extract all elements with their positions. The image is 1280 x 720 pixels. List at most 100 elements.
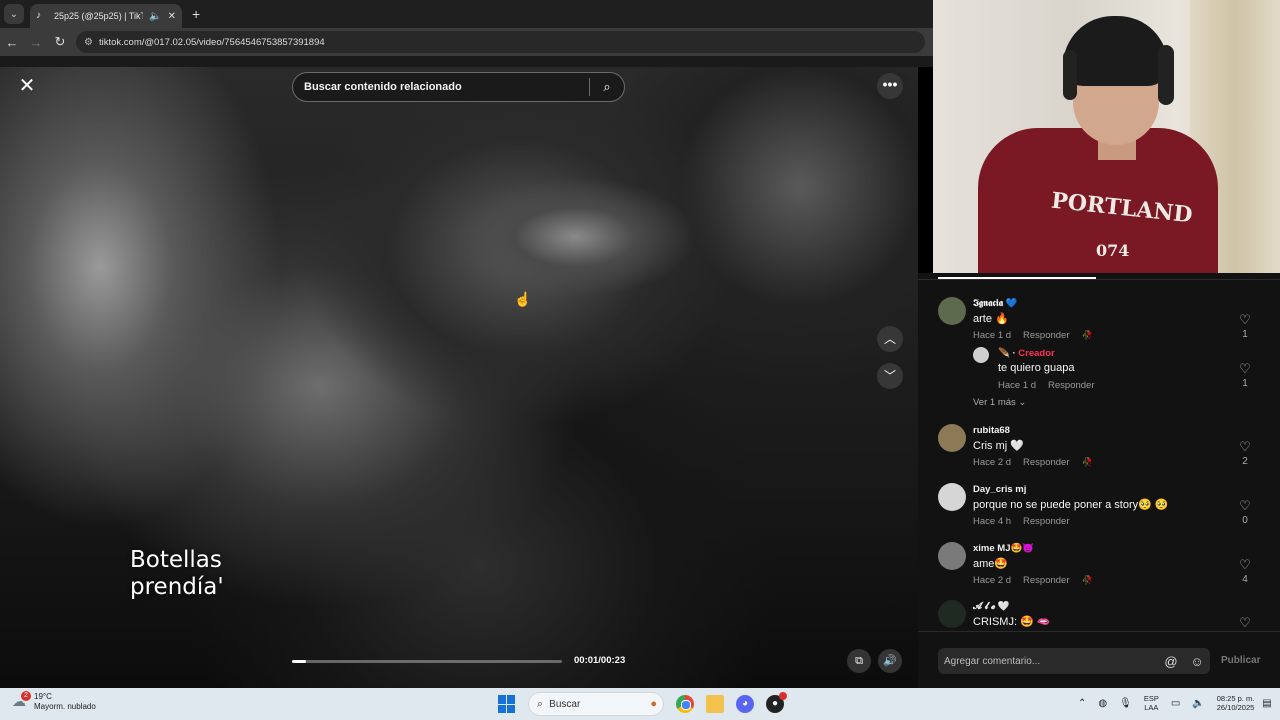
tab-search-menu-button[interactable]: ⌄ xyxy=(4,4,24,24)
like-heart-icon[interactable]: ♡ xyxy=(1238,498,1252,514)
recording-app-icon[interactable]: ● xyxy=(766,692,787,713)
comment-meta: Hace 2 d Responder 🥀 xyxy=(973,575,1093,586)
reload-button[interactable]: ↻ xyxy=(48,34,72,50)
like-heart-icon[interactable]: ♡ xyxy=(1238,439,1252,455)
avatar[interactable] xyxy=(938,297,966,325)
comment-time: Hace 2 d xyxy=(973,575,1012,586)
comment-meta: Hace 1 d Responder xyxy=(998,380,1095,391)
reply-button[interactable]: Responder xyxy=(1023,457,1069,468)
screen: ⌄ ♪ 25p25 (@25p25) | TikTok 🔈 ✕ + ← → ↻ … xyxy=(0,0,1280,720)
comment-text: te quiero guapa xyxy=(998,362,1075,374)
comment-text: CRISMJ: 🤩 🫦 xyxy=(973,616,1051,628)
more-options-icon[interactable]: ••• xyxy=(877,73,903,99)
comment-author[interactable]: Day_cris mj xyxy=(973,484,1026,495)
comment-author[interactable]: xime MJ🤩😈 xyxy=(973,543,1034,554)
related-search-box[interactable]: Buscar contenido relacionado ⌕ xyxy=(292,72,625,102)
hand-cursor-icon: ☝ xyxy=(514,291,532,307)
discord-icon[interactable]: ◕ xyxy=(736,695,754,713)
comments-tab-indicator xyxy=(938,277,1096,279)
tab-close-icon[interactable]: ✕ xyxy=(168,11,176,22)
comment-author[interactable]: 🪶 · Creador xyxy=(998,348,1055,359)
taskbar-clock[interactable]: 08:25 p. m. 26/10/2025 xyxy=(1217,694,1255,712)
microphone-icon[interactable]: 🎙 xyxy=(1119,698,1132,709)
comments-panel: 𝕴𝖌𝖓𝖆𝖈𝖎𝖆 💙 arte 🔥 Hace 1 d Responder 🥀 ♡ 1 … xyxy=(918,273,1280,688)
comment-input[interactable]: Agregar comentario... @ ☺ xyxy=(938,648,1210,674)
comments-list[interactable]: 𝕴𝖌𝖓𝖆𝖈𝖎𝖆 💙 arte 🔥 Hace 1 d Responder 🥀 ♡ 1 … xyxy=(918,289,1280,631)
recording-dot-icon xyxy=(779,692,787,700)
tab-title: 25p25 (@25p25) | TikTok xyxy=(54,11,143,21)
reply-button[interactable]: Responder xyxy=(1048,380,1094,391)
address-bar[interactable]: ⚙ tiktok.com/@017.02.05/video/7564546753… xyxy=(76,31,925,53)
taskbar-search[interactable]: ⌕ Buscar ● xyxy=(528,692,664,716)
search-icon[interactable]: ⌕ xyxy=(590,79,624,95)
like-count: 2 xyxy=(1242,456,1248,467)
like-heart-icon[interactable]: ♡ xyxy=(1238,312,1252,328)
volume-icon[interactable]: 🔊 xyxy=(878,649,902,673)
comment-time: Hace 2 d xyxy=(973,457,1012,468)
view-more-replies-button[interactable]: Ver 1 más ⌄ xyxy=(973,397,1026,408)
chevron-up-icon[interactable]: ⌃ xyxy=(1078,698,1086,709)
weather-widget[interactable]: ☁ 2 19°C Mayorm. nublado xyxy=(12,691,96,712)
reply-button[interactable]: Responder xyxy=(1023,330,1069,341)
comment-author[interactable]: 𝕴𝖌𝖓𝖆𝖈𝖎𝖆 💙 xyxy=(973,298,1018,309)
lang-bottom: LAA xyxy=(1144,703,1159,712)
reply-button[interactable]: Responder xyxy=(1023,575,1069,586)
comment-author[interactable]: 𝓐 𝓵 𝓮 🤍 xyxy=(973,601,1010,612)
reply-button[interactable]: Responder xyxy=(1023,516,1069,527)
avatar[interactable] xyxy=(973,347,989,363)
close-icon[interactable]: ✕ xyxy=(16,75,38,97)
headset-right-cup xyxy=(1158,45,1174,105)
site-info-icon[interactable]: ⚙ xyxy=(84,37,93,48)
sweatshirt-number: 074 xyxy=(1096,241,1130,260)
avatar[interactable] xyxy=(938,542,966,570)
notifications-icon[interactable]: ▤ xyxy=(1262,698,1271,709)
floating-player-icon[interactable]: ⧉ xyxy=(847,649,871,673)
page-top-strip xyxy=(0,56,933,67)
lang-top: ESP xyxy=(1143,694,1159,703)
like-count: 1 xyxy=(1242,329,1248,340)
comment-meta: Hace 4 h Responder xyxy=(973,516,1070,527)
comment-meta: Hace 1 d Responder 🥀 xyxy=(973,330,1093,341)
comment-time: Hace 1 d xyxy=(998,380,1037,391)
caption-line-2: prendía' xyxy=(130,574,224,600)
like-heart-icon[interactable]: ♡ xyxy=(1238,615,1252,631)
forward-button[interactable]: → xyxy=(24,35,48,50)
browser-tab[interactable]: ♪ 25p25 (@25p25) | TikTok 🔈 ✕ xyxy=(30,4,182,28)
file-explorer-icon[interactable] xyxy=(706,695,724,713)
weather-desc: Mayorm. nublado xyxy=(34,702,96,711)
cloud-icon: ☁ 2 xyxy=(12,691,31,711)
previous-video-icon[interactable]: ︿ xyxy=(877,326,903,352)
search-input[interactable]: Buscar contenido relacionado xyxy=(293,81,589,93)
tab-audio-icon[interactable]: 🔈 xyxy=(149,11,161,22)
emoji-icon[interactable]: ☺ xyxy=(1184,654,1210,669)
notification-badge: 2 xyxy=(21,691,31,701)
browser-toolbar: ← → ↻ ⚙ tiktok.com/@017.02.05/video/7564… xyxy=(0,28,933,56)
windows-start-icon[interactable] xyxy=(498,695,516,713)
video-player[interactable]: ✕ Buscar contenido relacionado ⌕ ••• ︿ ﹀… xyxy=(0,67,918,688)
publish-button[interactable]: Publicar xyxy=(1221,655,1260,666)
comment-text: porque no se puede poner a story🥺 🥺 xyxy=(973,499,1169,511)
speaker-icon[interactable]: 🔈 xyxy=(1192,698,1204,709)
avatar[interactable] xyxy=(938,600,966,628)
creator-name: 🪶 · xyxy=(998,348,1019,359)
webcam-overlay: PORTLAND 074 xyxy=(933,0,1280,273)
network-status-icon[interactable]: ◍ xyxy=(1098,698,1107,709)
avatar[interactable] xyxy=(938,483,966,511)
next-video-icon[interactable]: ﹀ xyxy=(877,363,903,389)
like-heart-icon[interactable]: ♡ xyxy=(1238,557,1252,573)
comment-author[interactable]: rubita68 xyxy=(973,425,1010,436)
panel-divider xyxy=(918,279,1280,280)
video-time: 00:01/00:23 xyxy=(574,655,626,666)
like-heart-icon[interactable]: ♡ xyxy=(1238,361,1252,377)
back-button[interactable]: ← xyxy=(0,35,24,50)
like-count: 4 xyxy=(1242,574,1248,585)
search-highlight-icon: ● xyxy=(650,698,657,710)
comment-time: Hace 4 h xyxy=(973,516,1012,527)
avatar[interactable] xyxy=(938,424,966,452)
language-indicator[interactable]: ESP LAA xyxy=(1144,694,1159,712)
display-icon[interactable]: ▭ xyxy=(1171,698,1180,709)
chrome-icon[interactable] xyxy=(676,695,694,713)
video-progress-bar[interactable] xyxy=(292,660,562,663)
new-tab-button[interactable]: + xyxy=(192,6,200,22)
mention-icon[interactable]: @ xyxy=(1158,654,1184,669)
